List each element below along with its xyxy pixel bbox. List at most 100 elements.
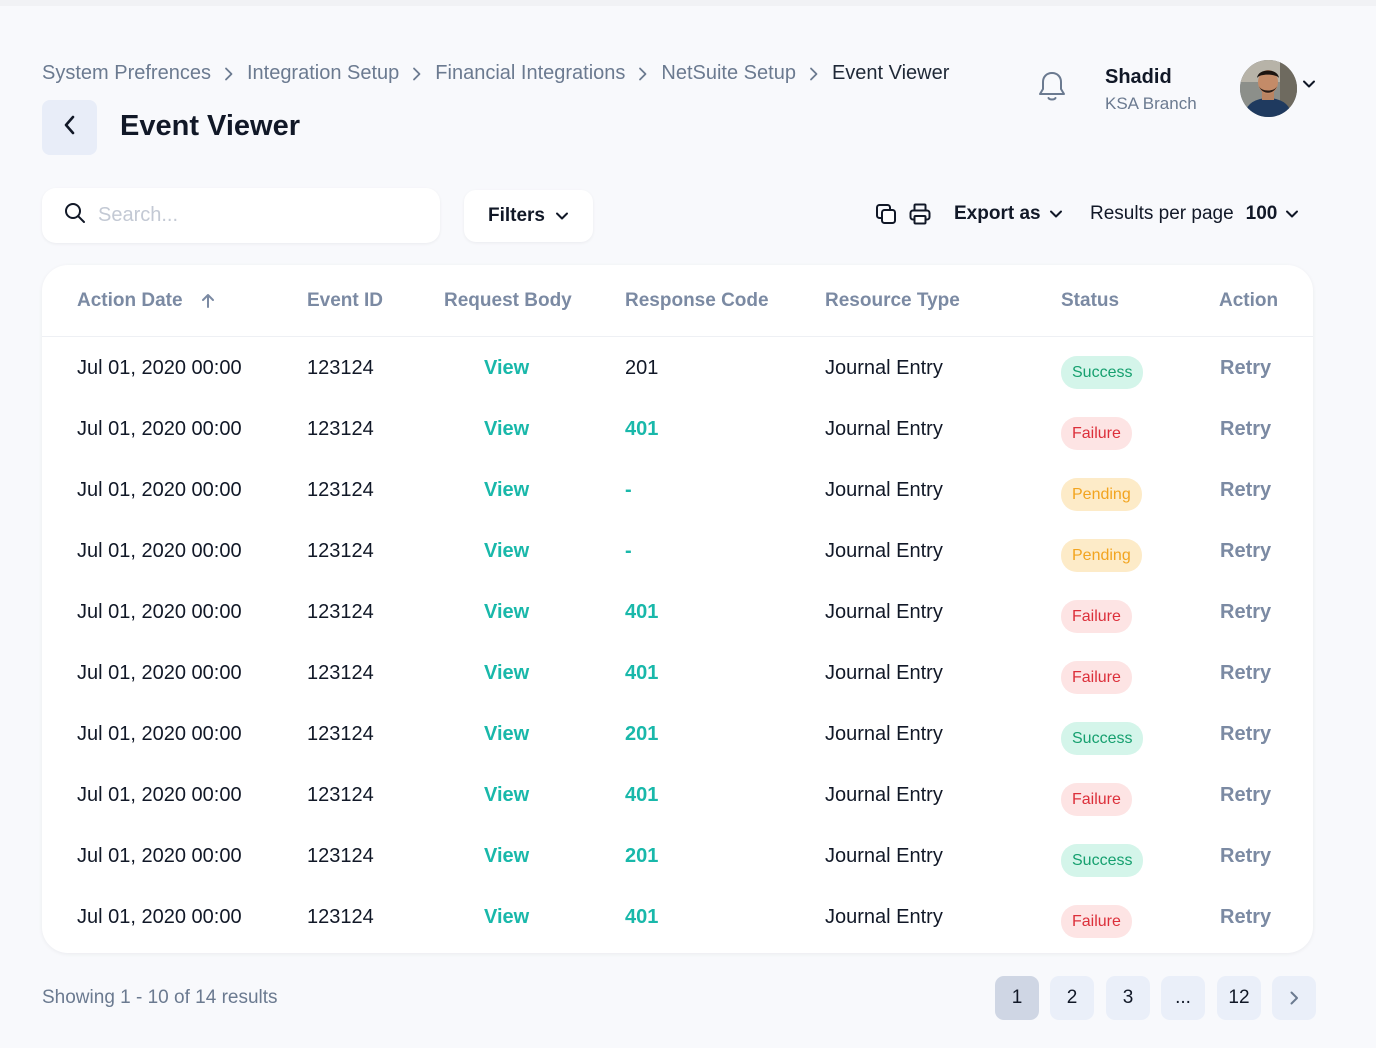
breadcrumb-item-system-preferences[interactable]: System Prefrences: [42, 62, 211, 85]
cell-response-code[interactable]: -: [625, 479, 632, 502]
chevron-right-icon: [1288, 990, 1300, 1006]
results-per-page-select[interactable]: 100: [1246, 203, 1300, 225]
cell-resource-type: Journal Entry: [825, 540, 943, 562]
cell-action-date: Jul 01, 2020 00:00: [77, 540, 242, 562]
view-request-body-link[interactable]: View: [484, 479, 529, 502]
cell-response-code[interactable]: -: [625, 540, 632, 563]
status-badge: Pending: [1061, 478, 1142, 511]
table-header: Action Date Event ID Request Body Respon…: [42, 265, 1313, 337]
page-button-12[interactable]: 12: [1217, 976, 1261, 1020]
breadcrumb-item-integration-setup[interactable]: Integration Setup: [247, 62, 399, 85]
view-request-body-link[interactable]: View: [484, 784, 529, 807]
view-request-body-link[interactable]: View: [484, 357, 529, 380]
avatar[interactable]: [1240, 60, 1297, 117]
cell-response-code[interactable]: 401: [625, 601, 658, 624]
retry-button[interactable]: Retry: [1220, 662, 1271, 685]
notifications-button[interactable]: [1034, 70, 1070, 106]
page-button-3[interactable]: 3: [1106, 976, 1150, 1020]
cell-response-code[interactable]: 201: [625, 845, 658, 868]
chevron-down-icon: [1049, 203, 1063, 225]
chevron-right-icon: [637, 67, 649, 81]
status-badge: Failure: [1061, 417, 1132, 450]
search-box: [42, 188, 440, 243]
user-menu-chevron-icon[interactable]: [1302, 76, 1316, 94]
cell-response-code[interactable]: 401: [625, 418, 658, 441]
page-button-2[interactable]: 2: [1050, 976, 1094, 1020]
retry-button[interactable]: Retry: [1220, 540, 1271, 563]
next-page-button[interactable]: [1272, 976, 1316, 1020]
cell-response-code[interactable]: 401: [625, 906, 658, 929]
cell-event-id: 123124: [307, 906, 374, 928]
view-request-body-link[interactable]: View: [484, 845, 529, 868]
top-strip: [0, 0, 1376, 6]
table-row: Jul 01, 2020 00:00 123124 View 201 Journal E…: [42, 826, 1313, 887]
cell-action-date: Jul 01, 2020 00:00: [77, 662, 242, 684]
cell-action-date: Jul 01, 2020 00:00: [77, 479, 242, 501]
table-row: Jul 01, 2020 00:00 123124 View 201 Journal E…: [42, 338, 1313, 399]
export-as-dropdown[interactable]: Export as: [954, 203, 1063, 225]
cell-response-code[interactable]: 401: [625, 662, 658, 685]
back-button[interactable]: [42, 100, 97, 155]
cell-resource-type: Journal Entry: [825, 906, 943, 928]
view-request-body-link[interactable]: View: [484, 418, 529, 441]
page-title: Event Viewer: [120, 110, 301, 142]
print-button[interactable]: [907, 203, 933, 229]
retry-button[interactable]: Retry: [1220, 601, 1271, 624]
status-badge: Failure: [1061, 905, 1132, 938]
column-header-action-date[interactable]: Action Date: [77, 290, 215, 312]
cell-resource-type: Journal Entry: [825, 357, 943, 379]
export-label: Export as: [954, 203, 1041, 224]
copy-button[interactable]: [873, 203, 899, 229]
status-badge: Failure: [1061, 661, 1132, 694]
retry-button[interactable]: Retry: [1220, 845, 1271, 868]
column-header-status: Status: [1061, 290, 1120, 311]
breadcrumb-item-financial-integrations[interactable]: Financial Integrations: [435, 62, 625, 85]
cell-event-id: 123124: [307, 479, 374, 501]
breadcrumb: System Prefrences Integration Setup Fina…: [42, 62, 949, 85]
arrow-up-icon: [201, 293, 215, 309]
view-request-body-link[interactable]: View: [484, 906, 529, 929]
results-per-page: Results per page 100: [1090, 203, 1299, 225]
events-table: Action Date Event ID Request Body Respon…: [42, 265, 1313, 953]
view-request-body-link[interactable]: View: [484, 723, 529, 746]
cell-event-id: 123124: [307, 601, 374, 623]
table-row: Jul 01, 2020 00:00 123124 View 201 Journal E…: [42, 704, 1313, 765]
retry-button[interactable]: Retry: [1220, 906, 1271, 929]
view-request-body-link[interactable]: View: [484, 601, 529, 624]
copy-icon: [874, 202, 898, 231]
cell-resource-type: Journal Entry: [825, 601, 943, 623]
chevron-right-icon: [808, 67, 820, 81]
cell-action-date: Jul 01, 2020 00:00: [77, 845, 242, 867]
table-row: Jul 01, 2020 00:00 123124 View 401 Journal E…: [42, 887, 1313, 948]
retry-button[interactable]: Retry: [1220, 784, 1271, 807]
bell-icon: [1036, 69, 1068, 108]
column-header-request-body: Request Body: [444, 290, 572, 311]
filters-button[interactable]: Filters: [464, 190, 593, 242]
retry-button[interactable]: Retry: [1220, 418, 1271, 441]
column-header-action: Action: [1219, 290, 1279, 311]
cell-event-id: 123124: [307, 723, 374, 745]
cell-event-id: 123124: [307, 357, 374, 379]
user-branch: KSA Branch: [1105, 94, 1197, 113]
retry-button[interactable]: Retry: [1220, 479, 1271, 502]
retry-button[interactable]: Retry: [1220, 357, 1271, 380]
view-request-body-link[interactable]: View: [484, 662, 529, 685]
retry-button[interactable]: Retry: [1220, 723, 1271, 746]
table-row: Jul 01, 2020 00:00 123124 View - Journal Ent…: [42, 460, 1313, 521]
cell-resource-type: Journal Entry: [825, 418, 943, 440]
cell-event-id: 123124: [307, 845, 374, 867]
cell-response-code[interactable]: 201: [625, 723, 658, 746]
cell-response-code: 201: [625, 357, 659, 379]
chevron-down-icon: [1285, 203, 1299, 225]
cell-resource-type: Journal Entry: [825, 662, 943, 684]
search-input[interactable]: [98, 204, 398, 227]
page-button-1[interactable]: 1: [995, 976, 1039, 1020]
chevron-down-icon: [555, 205, 569, 227]
breadcrumb-item-netsuite-setup[interactable]: NetSuite Setup: [661, 62, 796, 85]
view-request-body-link[interactable]: View: [484, 540, 529, 563]
cell-resource-type: Journal Entry: [825, 479, 943, 501]
cell-event-id: 123124: [307, 784, 374, 806]
cell-resource-type: Journal Entry: [825, 723, 943, 745]
cell-response-code[interactable]: 401: [625, 784, 658, 807]
status-badge: Pending: [1061, 539, 1142, 572]
